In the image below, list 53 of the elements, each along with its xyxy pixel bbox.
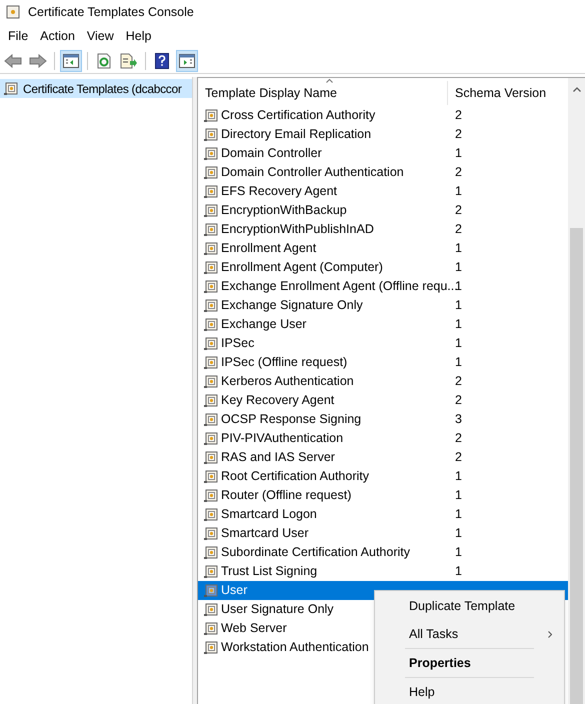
schema-version: 2 [454, 221, 462, 238]
schema-version: 1 [454, 487, 462, 504]
schema-version: 2 [454, 126, 462, 144]
schema-version: 2 [454, 164, 462, 182]
schema-version: 1 [454, 259, 462, 276]
schema-version: 1 [454, 525, 462, 542]
template-name: Directory Email Replication [221, 126, 372, 144]
template-name: Smartcard Logon [221, 506, 317, 524]
template-name: Trust List Signing [221, 563, 318, 580]
template-name: IPSec [221, 335, 254, 352]
schema-version: 2 [454, 107, 462, 124]
template-name: RAS and IAS Server [221, 449, 335, 466]
schema-version: 2 [454, 202, 462, 220]
schema-version: 1 [454, 183, 462, 200]
schema-version: 2 [454, 430, 462, 448]
template-name: User Signature Only [221, 601, 334, 618]
template-name: Key Recovery Agent [221, 392, 334, 410]
schema-version: 3 [454, 411, 462, 428]
window-title: Certificate Templates Console [28, 4, 194, 21]
template-name: OCSP Response Signing [221, 411, 362, 428]
schema-version: 1 [454, 544, 462, 562]
template-name: Root Certification Authority [221, 468, 369, 486]
schema-version: 1 [454, 240, 462, 258]
template-name: EncryptionWithPublishInAD [221, 221, 374, 238]
schema-version: 1 [454, 354, 462, 372]
schema-version: 1 [454, 563, 462, 580]
template-name: Subordinate Certification Authority [221, 544, 410, 562]
template-name: Workstation Authentication [221, 639, 369, 656]
schema-version: 1 [454, 335, 462, 352]
template-name: IPSec (Offline request) [221, 354, 348, 372]
template-name: EFS Recovery Agent [221, 183, 338, 200]
schema-version: 1 [454, 316, 462, 334]
template-name: User [221, 582, 248, 600]
template-name: Kerberos Authentication [221, 373, 354, 390]
template-name: Smartcard User [221, 525, 309, 542]
schema-version: 2 [454, 392, 462, 410]
template-name: Web Server [221, 620, 287, 638]
schema-version: 1 [454, 468, 462, 486]
template-name: Domain Controller Authentication [221, 164, 404, 182]
template-name: Exchange User [221, 316, 306, 334]
template-name: Cross Certification Authority [221, 107, 376, 124]
schema-version: 2 [454, 373, 462, 390]
schema-version: 2 [454, 449, 462, 466]
schema-version: 1 [454, 145, 462, 162]
template-name: Domain Controller [221, 145, 322, 162]
template-name: EncryptionWithBackup [221, 202, 347, 220]
schema-version: 1 [454, 506, 462, 524]
template-name: Exchange Signature Only [221, 297, 363, 314]
template-name: Enrollment Agent [221, 240, 316, 258]
template-name: Enrollment Agent (Computer) [221, 259, 383, 276]
template-name: Router (Offline request) [221, 487, 352, 504]
schema-version: 1 [454, 297, 462, 314]
template-name: PIV-PIVAuthentication [221, 430, 344, 448]
